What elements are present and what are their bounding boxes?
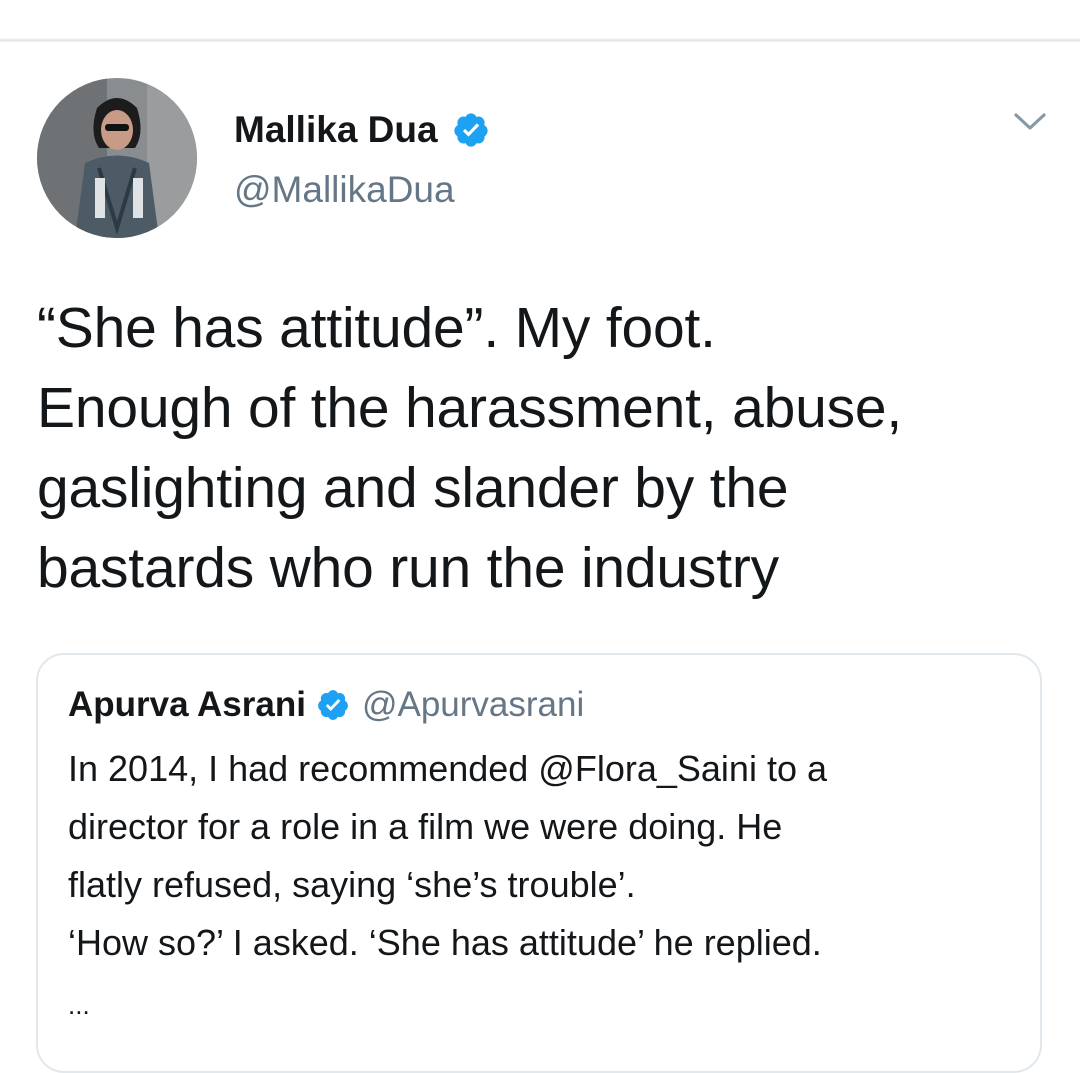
top-divider: [0, 0, 1080, 42]
tweet-text: “She has attitude”. My foot. Enough of t…: [37, 296, 903, 600]
author-handle[interactable]: @MallikaDua: [234, 168, 455, 212]
avatar-photo: [37, 78, 197, 238]
quoted-tweet-header: Apurva Asrani @Apurvasrani: [68, 684, 584, 726]
quoted-tweet-text: In 2014, I had recommended @Flora_Saini …: [68, 748, 827, 963]
verified-badge-icon: [452, 111, 490, 149]
author-name-text: Mallika Dua: [234, 109, 438, 150]
quoted-author-name: Apurva Asrani: [68, 685, 306, 724]
quoted-author-handle: @Apurvasrani: [361, 685, 585, 724]
avatar[interactable]: [37, 78, 197, 238]
verified-badge-icon: [316, 688, 350, 722]
quoted-tweet-truncation: ...: [68, 990, 90, 1020]
chevron-down-icon[interactable]: [1012, 110, 1048, 134]
author-name[interactable]: Mallika Dua: [234, 108, 490, 152]
